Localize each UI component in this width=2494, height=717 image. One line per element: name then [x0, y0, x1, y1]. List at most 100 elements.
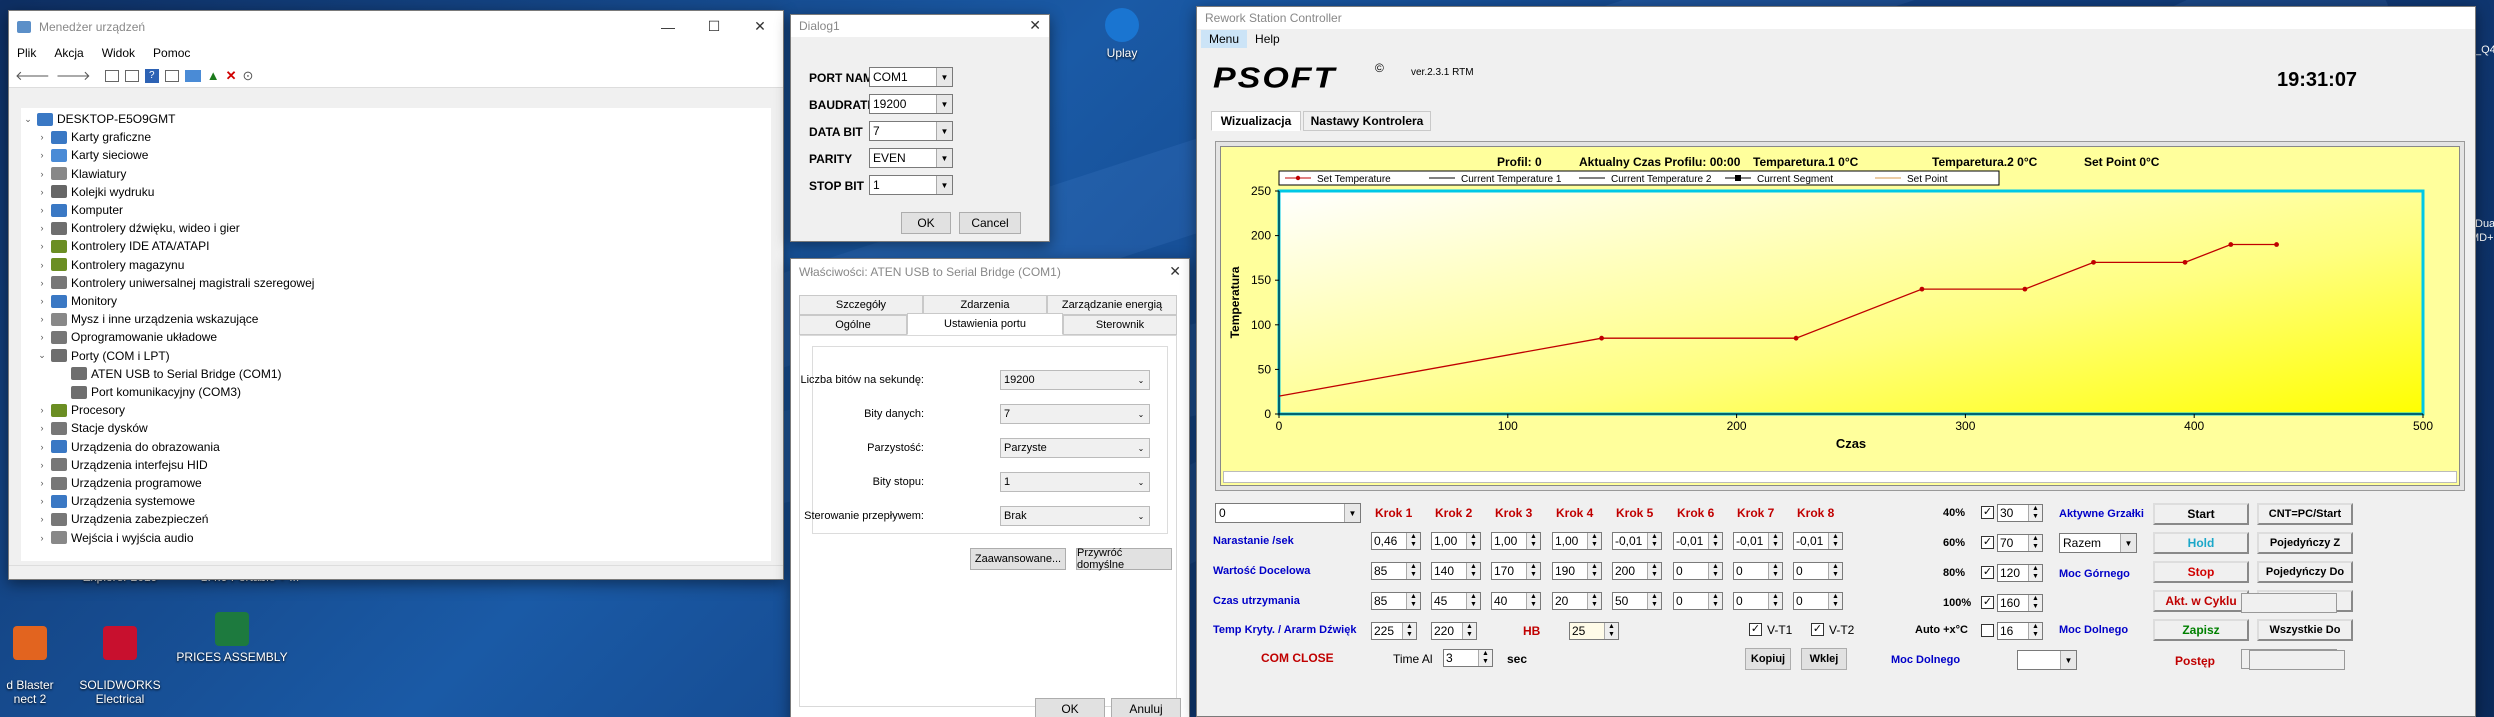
percent-checkbox[interactable]: ✓	[1981, 566, 1994, 579]
help-icon[interactable]: ?	[144, 68, 159, 83]
tree-item[interactable]: › Urządzenia systemowe	[35, 492, 196, 510]
menu-pomoc[interactable]: Pomoc	[153, 46, 190, 60]
menu-menu[interactable]: Menu	[1201, 30, 1248, 48]
spinner-arrows-icon[interactable]: ▲ ▼	[1647, 533, 1661, 549]
step-value-input[interactable]: 0 ▲ ▼	[1673, 562, 1723, 580]
start-button[interactable]: Start	[2153, 503, 2249, 525]
chevron-right-icon[interactable]: ›	[35, 314, 49, 324]
spinner-arrows-icon[interactable]: ▲ ▼	[2028, 535, 2042, 551]
spinner-arrows-icon[interactable]: ▲ ▼	[1647, 593, 1661, 609]
chevron-right-icon[interactable]: ›	[35, 423, 49, 433]
tree-item[interactable]: › Urządzenia interfejsu HID	[35, 456, 208, 474]
spinner-arrows-icon[interactable]: ▲ ▼	[1406, 563, 1420, 579]
vt2-checkbox[interactable]: ✓	[1811, 623, 1824, 636]
tree-item[interactable]: › Urządzenia do obrazowania	[35, 438, 220, 456]
tree-item[interactable]: › Mysz i inne urządzenia wskazujące	[35, 310, 259, 328]
tree-item[interactable]: › Kontrolery dźwięku, wideo i gier	[35, 219, 240, 237]
step-value-input[interactable]: 170 ▲ ▼	[1491, 562, 1541, 580]
dialog-field-select[interactable]: 19200 ▼	[869, 94, 953, 114]
step-value-input[interactable]: 190 ▲ ▼	[1552, 562, 1602, 580]
tab-wizualizacja[interactable]: Wizualizacja	[1211, 111, 1301, 131]
cnt-pc-start-button[interactable]: CNT=PC/Start	[2257, 503, 2353, 525]
properties-icon[interactable]	[104, 69, 119, 82]
chevron-right-icon[interactable]: ›	[35, 260, 49, 270]
spinner-arrows-icon[interactable]: ▲ ▼	[1466, 563, 1480, 579]
menu-akcja[interactable]: Akcja	[54, 46, 83, 60]
spinner-arrows-icon[interactable]: ▲ ▼	[1828, 563, 1842, 579]
chevron-right-icon[interactable]: ›	[35, 223, 49, 233]
chevron-down-icon[interactable]: ⌄	[35, 350, 49, 361]
step-value-input[interactable]: -0,01 ▲ ▼	[1673, 532, 1723, 550]
auto-input[interactable]: 16 ▲ ▼	[1997, 622, 2043, 640]
chevron-right-icon[interactable]: ›	[35, 442, 49, 452]
spinner-arrows-icon[interactable]: ▲ ▼	[1708, 563, 1722, 579]
spinner-arrows-icon[interactable]: ▲ ▼	[2028, 505, 2042, 521]
chevron-right-icon[interactable]: ›	[35, 496, 49, 506]
port-setting-select[interactable]: 1 ⌄	[1000, 472, 1150, 492]
percent-checkbox[interactable]: ✓	[1981, 536, 1994, 549]
step-value-input[interactable]: 0 ▲ ▼	[1793, 592, 1843, 610]
vt1-checkbox[interactable]: ✓	[1749, 623, 1762, 636]
spinner-arrows-icon[interactable]: ▲ ▼	[1587, 593, 1601, 609]
spinner-arrows-icon[interactable]: ▲ ▼	[1708, 593, 1722, 609]
chevron-right-icon[interactable]: ›	[35, 514, 49, 524]
minimize-button[interactable]: —	[645, 11, 691, 42]
tab-sterownik[interactable]: Sterownik	[1063, 315, 1177, 335]
cancel-button[interactable]: Cancel	[959, 212, 1021, 234]
temp-kryt-input-1[interactable]: 225 ▲ ▼	[1371, 622, 1417, 640]
chevron-right-icon[interactable]: ›	[35, 187, 49, 197]
dialog-field-select[interactable]: 1 ▼	[869, 175, 953, 195]
percent-value-input[interactable]: 70 ▲ ▼	[1997, 534, 2043, 552]
tree-item[interactable]: › Oprogramowanie układowe	[35, 328, 218, 346]
ok-button[interactable]: OK	[1035, 698, 1105, 717]
step-value-input[interactable]: 85 ▲ ▼	[1371, 562, 1421, 580]
tree-item[interactable]: Port komunikacyjny (COM3)	[55, 383, 241, 401]
heater-select[interactable]: Razem ▼	[2059, 533, 2137, 553]
spinner-arrows-icon[interactable]: ▲ ▼	[1526, 533, 1540, 549]
chevron-right-icon[interactable]: ›	[35, 205, 49, 215]
hold-button[interactable]: Hold	[2153, 532, 2249, 554]
spinner-arrows-icon[interactable]: ▲ ▼	[1768, 593, 1782, 609]
dialog-field-select[interactable]: EVEN ▼	[869, 148, 953, 168]
tree-item[interactable]: › Stacje dysków	[35, 419, 148, 437]
chevron-right-icon[interactable]: ›	[35, 533, 49, 543]
tree-item[interactable]: › Urządzenia programowe	[35, 474, 202, 492]
step-value-input[interactable]: 0 ▲ ▼	[1673, 592, 1723, 610]
step-value-input[interactable]: 45 ▲ ▼	[1431, 592, 1481, 610]
chevron-right-icon[interactable]: ›	[35, 150, 49, 160]
temp-kryt-input-2[interactable]: 220 ▲ ▼	[1431, 622, 1477, 640]
tree-root[interactable]: ⌄ DESKTOP-E5O9GMT	[21, 110, 175, 128]
close-button[interactable]: ✕	[1169, 263, 1181, 280]
menu-plik[interactable]: Plik	[17, 46, 36, 60]
spinner-arrows-icon[interactable]: ▲ ▼	[1828, 593, 1842, 609]
spinner-arrows-icon[interactable]: ▲ ▼	[1768, 533, 1782, 549]
spinner-arrows-icon[interactable]: ▲ ▼	[1587, 563, 1601, 579]
step-value-input[interactable]: -0,01 ▲ ▼	[1793, 532, 1843, 550]
hb-input[interactable]: 25 ▲ ▼	[1569, 622, 1619, 640]
step-value-input[interactable]: 0 ▲ ▼	[1733, 562, 1783, 580]
chevron-right-icon[interactable]: ›	[35, 241, 49, 251]
tree-item[interactable]: › Karty sieciowe	[35, 146, 149, 164]
wszystkie-do-button[interactable]: Wszystkie Do	[2257, 619, 2353, 641]
restore-defaults-button[interactable]: Przywróć domyślne	[1076, 547, 1172, 571]
step-value-input[interactable]: 50 ▲ ▼	[1612, 592, 1662, 610]
spinner-arrows-icon[interactable]: ▲ ▼	[1768, 563, 1782, 579]
chevron-right-icon[interactable]: ›	[35, 278, 49, 288]
desktop-icon-solidworks[interactable]: SOLIDWORKS Electrical	[60, 612, 180, 706]
chevron-right-icon[interactable]: ›	[35, 405, 49, 415]
kopiuj-button[interactable]: Kopiuj	[1745, 648, 1791, 670]
tree-item[interactable]: › Wejścia i wyjścia audio	[35, 529, 194, 547]
port-setting-select[interactable]: 7 ⌄	[1000, 404, 1150, 424]
dialog-field-select[interactable]: 7 ▼	[869, 121, 953, 141]
dialog-field-select[interactable]: COM1 ▼	[869, 67, 953, 87]
time-al-input[interactable]: 3 ▲ ▼	[1443, 649, 1493, 667]
profile-select[interactable]: 0 ▼	[1215, 503, 1361, 523]
chevron-right-icon[interactable]: ›	[35, 478, 49, 488]
view-icon[interactable]	[164, 69, 179, 82]
percent-value-input[interactable]: 30 ▲ ▼	[1997, 504, 2043, 522]
tree-item[interactable]: › Kolejki wydruku	[35, 183, 155, 201]
spinner-arrows-icon[interactable]: ▲ ▼	[1466, 533, 1480, 549]
step-value-input[interactable]: 0,46 ▲ ▼	[1371, 532, 1421, 550]
spinner-arrows-icon[interactable]: ▲ ▼	[1526, 593, 1540, 609]
tab-ustawienia-portu[interactable]: Ustawienia portu	[907, 313, 1063, 335]
